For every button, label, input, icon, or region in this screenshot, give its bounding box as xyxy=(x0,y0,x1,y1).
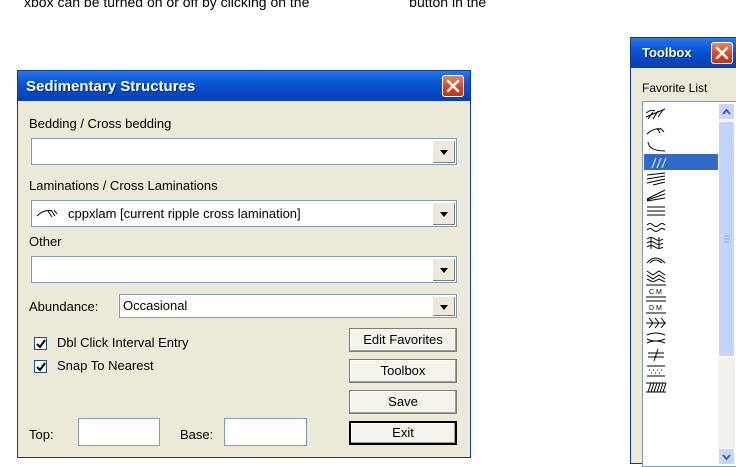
save-button[interactable]: Save xyxy=(349,390,457,414)
base-label: Base: xyxy=(180,427,214,442)
dbl-click-checkbox[interactable] xyxy=(34,337,47,350)
herringbone-icon xyxy=(646,317,666,329)
background-text-right: button in the xyxy=(409,0,487,10)
laminations-label: Laminations / Cross Laminations xyxy=(29,178,218,193)
list-item[interactable] xyxy=(644,138,726,154)
favorite-list-label: Favorite List xyxy=(642,81,708,95)
list-item[interactable] xyxy=(644,330,726,346)
dotted-box-icon xyxy=(647,365,665,377)
chevron-down-icon xyxy=(440,150,448,155)
grip-icon xyxy=(724,235,730,243)
abundance-dropdown[interactable]: Occasional xyxy=(119,294,457,318)
convolute-bedding-icon xyxy=(646,237,664,249)
bedding-dropdown[interactable] xyxy=(31,138,457,165)
title-bar[interactable]: Sedimentary Structures xyxy=(18,71,470,101)
list-item[interactable] xyxy=(644,170,726,186)
toolbox-close-button[interactable] xyxy=(711,42,733,64)
chevron-up-icon xyxy=(722,108,731,115)
arch-icon xyxy=(646,257,666,264)
bedding-dropdown-arrow[interactable] xyxy=(432,140,455,163)
inline-button-placeholder xyxy=(313,0,405,10)
list-item[interactable] xyxy=(644,106,726,122)
top-input[interactable] xyxy=(78,418,160,446)
exit-button[interactable]: Exit xyxy=(349,421,457,445)
snap-label[interactable]: Snap To Nearest xyxy=(57,358,154,373)
chevron-lamination-icon xyxy=(646,270,666,282)
abundance-dropdown-arrow[interactable] xyxy=(432,296,455,316)
convergent-lamination-icon xyxy=(646,172,666,186)
slanted-lines-icon xyxy=(651,157,667,169)
toolbox-window: Toolbox Favorite List C M D M xyxy=(630,37,736,467)
list-item[interactable] xyxy=(644,362,726,378)
chevron-down-icon xyxy=(440,305,448,310)
wavy-lamination-icon xyxy=(646,223,666,232)
toolbox-button[interactable]: Toolbox xyxy=(349,359,457,383)
favorite-list[interactable]: C M D M xyxy=(642,101,736,467)
cm-scale-icon: C M xyxy=(646,284,666,298)
list-item[interactable] xyxy=(644,346,726,362)
close-button[interactable] xyxy=(442,75,464,97)
checkmark-icon xyxy=(36,362,46,372)
svg-text:D M: D M xyxy=(649,305,662,312)
ripple-cross-bedding-icon xyxy=(645,108,666,120)
dm-scale-icon: D M xyxy=(646,300,666,314)
svg-text:C M: C M xyxy=(649,289,662,296)
other-dropdown-arrow[interactable] xyxy=(432,258,455,281)
dialog-title: Sedimentary Structures xyxy=(26,78,196,95)
laminations-dropdown-arrow[interactable] xyxy=(432,202,455,225)
current-ripple-lamination-icon xyxy=(36,209,58,218)
list-item[interactable] xyxy=(644,186,726,202)
scroll-thumb[interactable] xyxy=(718,121,735,357)
list-item[interactable] xyxy=(644,234,726,250)
list-item[interactable] xyxy=(644,122,726,138)
list-item[interactable] xyxy=(644,154,726,170)
vertical-scrollbar[interactable] xyxy=(718,103,735,465)
list-item[interactable] xyxy=(644,218,726,234)
scroll-down-button[interactable] xyxy=(718,448,735,465)
background-document-text: xbox can be turned on or off by clicking… xyxy=(24,0,486,10)
checkmark-icon xyxy=(36,339,46,349)
list-item[interactable] xyxy=(644,202,726,218)
chevron-down-icon xyxy=(440,268,448,273)
list-item[interactable]: D M xyxy=(644,298,726,314)
hatched-bed-icon xyxy=(646,382,667,393)
close-icon xyxy=(715,46,729,60)
list-item[interactable] xyxy=(644,266,726,282)
list-item[interactable]: C M xyxy=(644,282,726,298)
not-equal-icon xyxy=(648,348,664,362)
wedge-lamination-icon xyxy=(646,189,666,202)
close-icon xyxy=(446,79,460,93)
abundance-value: Occasional xyxy=(123,298,188,313)
bedding-label: Bedding / Cross bedding xyxy=(29,116,172,131)
parallel-lamination-icon xyxy=(647,206,665,216)
sedimentary-structures-dialog: Sedimentary Structures Bedding / Cross b… xyxy=(17,70,471,458)
list-item[interactable] xyxy=(644,250,726,266)
edit-favorites-button[interactable]: Edit Favorites xyxy=(349,328,457,352)
laminations-value: cppxlam [current ripple cross lamination… xyxy=(68,206,301,221)
top-label: Top: xyxy=(29,427,54,442)
other-dropdown[interactable] xyxy=(31,256,457,283)
list-item[interactable] xyxy=(644,314,726,330)
scroll-up-button[interactable] xyxy=(718,103,735,120)
chevron-down-icon xyxy=(440,212,448,217)
current-ripple-lamination-icon xyxy=(646,127,665,135)
dbl-click-label[interactable]: Dbl Click Interval Entry xyxy=(57,335,188,350)
list-item[interactable] xyxy=(644,378,726,394)
other-label: Other xyxy=(29,234,62,249)
chevron-down-icon xyxy=(722,454,731,461)
laminations-dropdown[interactable]: cppxlam [current ripple cross lamination… xyxy=(31,200,457,227)
abundance-label: Abundance: xyxy=(29,299,99,314)
lenticular-bedding-icon xyxy=(646,332,666,344)
toolbox-title: Toolbox xyxy=(642,45,692,60)
snap-checkbox[interactable] xyxy=(34,360,47,373)
toolbox-title-bar[interactable]: Toolbox xyxy=(631,38,736,68)
concave-curve-icon xyxy=(647,141,666,152)
background-text-left: xbox can be turned on or off by clicking… xyxy=(24,0,310,10)
base-input[interactable] xyxy=(224,418,307,446)
